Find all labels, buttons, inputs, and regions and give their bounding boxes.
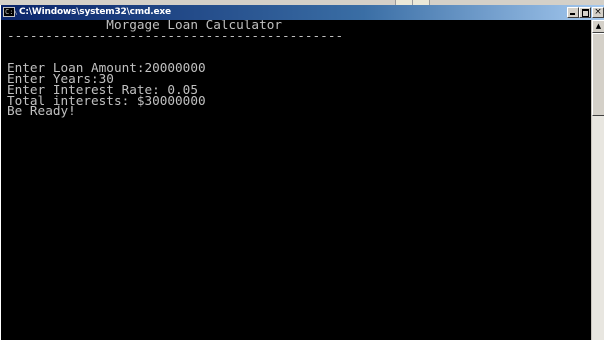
minimize-button[interactable] [567, 7, 579, 18]
maximize-icon [580, 8, 590, 17]
scroll-up-button[interactable]: ▲ [592, 20, 604, 33]
cmd-app-icon[interactable]: C:\ [3, 7, 18, 17]
cmd-window: C:\ C:\Windows\system32\cmd.exe × Morgag… [0, 5, 604, 340]
vertical-scrollbar[interactable]: ▲ [591, 20, 604, 340]
console-line-separator: ----------------------------------------… [7, 27, 344, 43]
console-line-total-interests: Total interests: $30000000 [7, 92, 206, 108]
window-title: C:\Windows\system32\cmd.exe [19, 7, 171, 17]
console-text: Morgage Loan Calculator -----------------… [1, 20, 591, 117]
console-line-ready: Be Ready! [7, 103, 76, 119]
minimize-icon [568, 8, 578, 17]
title-bar[interactable]: C:\ C:\Windows\system32\cmd.exe × [1, 5, 604, 20]
scroll-up-icon: ▲ [595, 22, 602, 30]
close-button[interactable]: × [592, 7, 604, 18]
scrollbar-thumb[interactable] [592, 33, 604, 116]
console-output[interactable]: Morgage Loan Calculator -----------------… [1, 20, 591, 340]
maximize-button[interactable] [579, 7, 591, 18]
close-icon: × [594, 7, 602, 17]
console-line-blank [7, 42, 591, 53]
